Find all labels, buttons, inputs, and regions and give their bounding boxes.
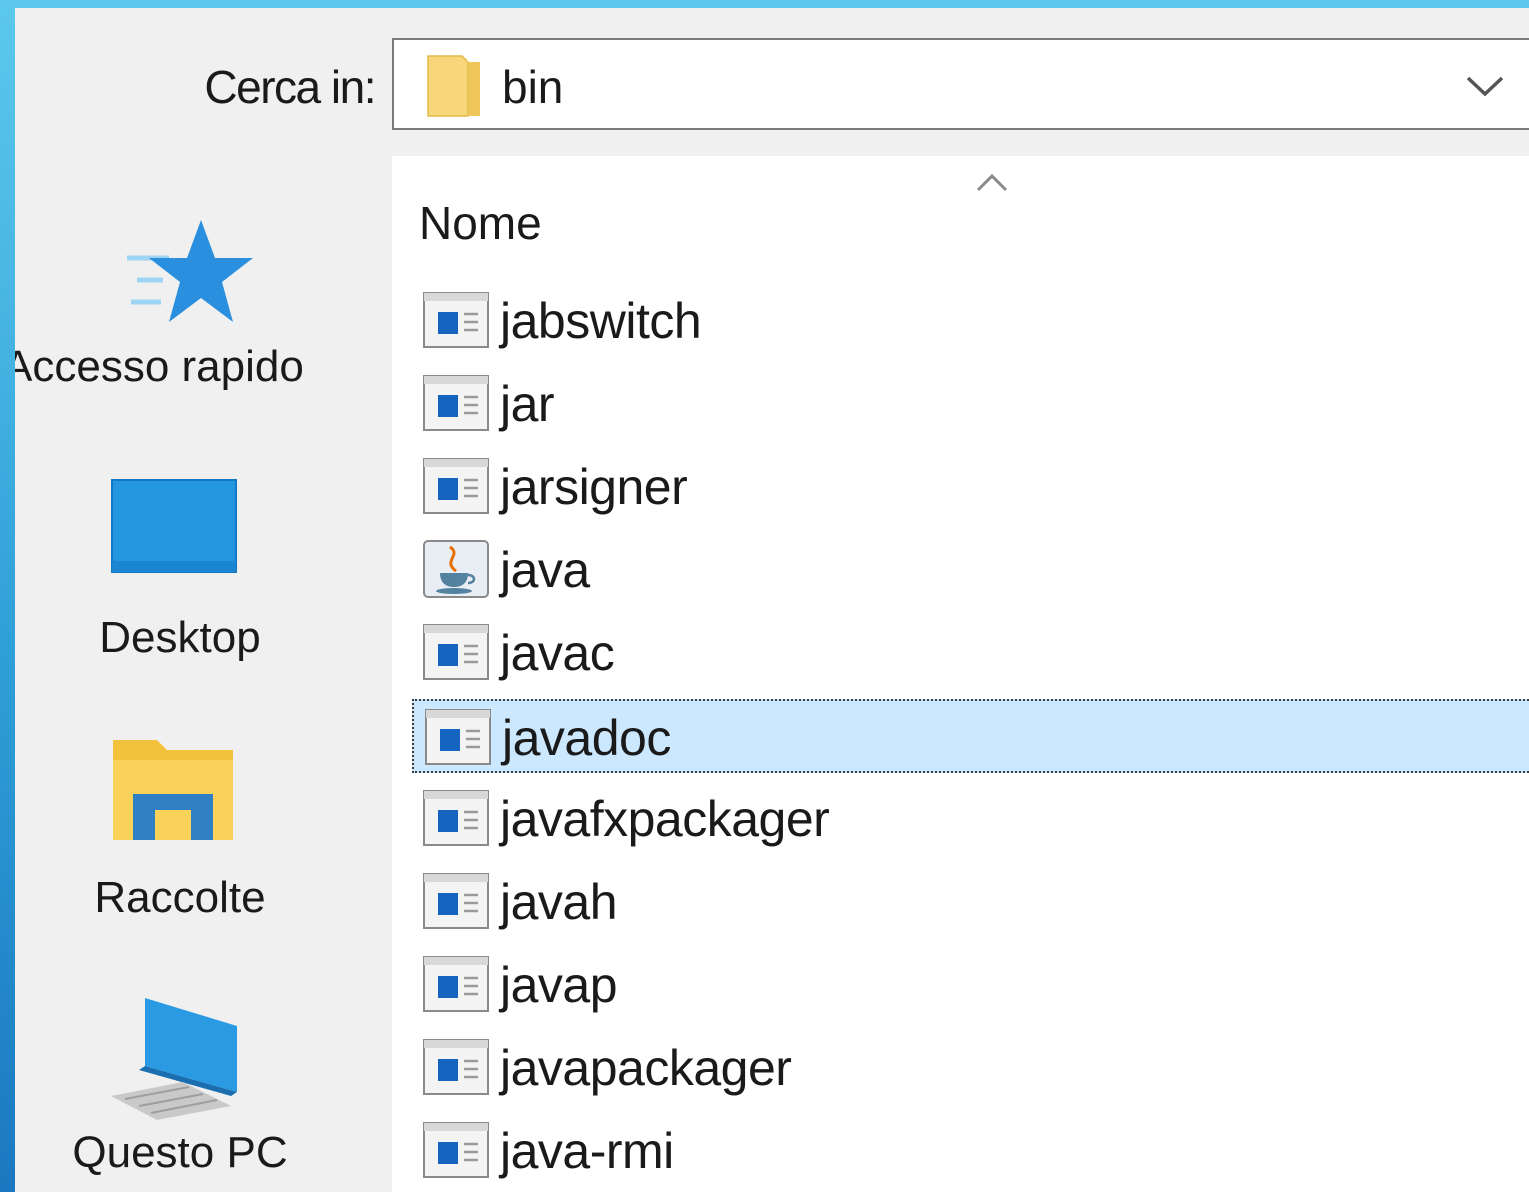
java-icon (423, 540, 489, 598)
file-row[interactable]: javap (412, 948, 1529, 1022)
place-label: Questo PC (72, 1128, 288, 1177)
place-this-pc[interactable]: Questo PC (15, 988, 375, 1192)
place-quick-access[interactable]: Accesso rapido (15, 208, 375, 408)
executable-icon (423, 375, 489, 431)
look-in-value: bin (502, 61, 564, 113)
place-label: Desktop (99, 613, 261, 662)
look-in-label: Cerca in: (204, 61, 376, 113)
places-bar: Accesso rapido Desktop Raccolte Questo P… (15, 158, 375, 1192)
file-name: jar (500, 376, 555, 432)
file-name: java-rmi (500, 1123, 674, 1179)
desktop-icon (111, 479, 237, 573)
file-row[interactable]: javac (412, 616, 1529, 690)
file-list[interactable]: Nome jabswitch jar jarsigner java javac javad… (392, 156, 1529, 1192)
quick-access-star-icon (127, 220, 253, 322)
file-row[interactable]: javafxpackager (412, 782, 1529, 856)
file-name: javadoc (502, 710, 671, 766)
sort-ascending-icon (976, 173, 1008, 192)
libraries-icon (113, 740, 233, 840)
file-row[interactable]: javadoc (412, 699, 1529, 773)
file-row[interactable]: jarsigner (412, 450, 1529, 524)
file-row[interactable]: java (412, 533, 1529, 607)
file-name: javac (500, 625, 615, 681)
place-label: Raccolte (94, 873, 266, 922)
executable-icon (423, 956, 489, 1012)
file-name: jabswitch (500, 293, 702, 349)
file-name: javafxpackager (500, 791, 830, 847)
file-name: javapackager (500, 1040, 792, 1096)
computer-icon (111, 998, 237, 1120)
file-name: jarsigner (500, 459, 688, 515)
file-name: javap (500, 957, 618, 1013)
executable-icon (423, 624, 489, 680)
executable-icon (423, 873, 489, 929)
executable-icon (423, 458, 489, 514)
file-row[interactable]: jar (412, 367, 1529, 441)
file-name: java (500, 542, 590, 598)
place-desktop[interactable]: Desktop (15, 463, 375, 673)
executable-icon (423, 292, 489, 348)
executable-icon (425, 709, 491, 765)
column-header-name[interactable]: Nome (419, 196, 542, 250)
executable-icon (423, 1122, 489, 1178)
file-row[interactable]: java-rmi (412, 1114, 1529, 1188)
file-row[interactable]: javah (412, 865, 1529, 939)
file-row[interactable]: javapackager (412, 1031, 1529, 1105)
folder-icon (427, 55, 480, 117)
file-name: javah (500, 874, 618, 930)
open-file-dialog: Cerca in: bin Accesso rapido Desktop Rac… (15, 8, 1529, 1192)
executable-icon (423, 1039, 489, 1095)
look-in-combobox[interactable]: bin (392, 38, 1529, 130)
executable-icon (423, 790, 489, 846)
place-libraries[interactable]: Raccolte (15, 728, 375, 938)
chevron-down-icon[interactable] (1462, 68, 1508, 104)
place-label: Accesso rapido (15, 342, 304, 391)
file-row[interactable]: jabswitch (412, 284, 1529, 358)
